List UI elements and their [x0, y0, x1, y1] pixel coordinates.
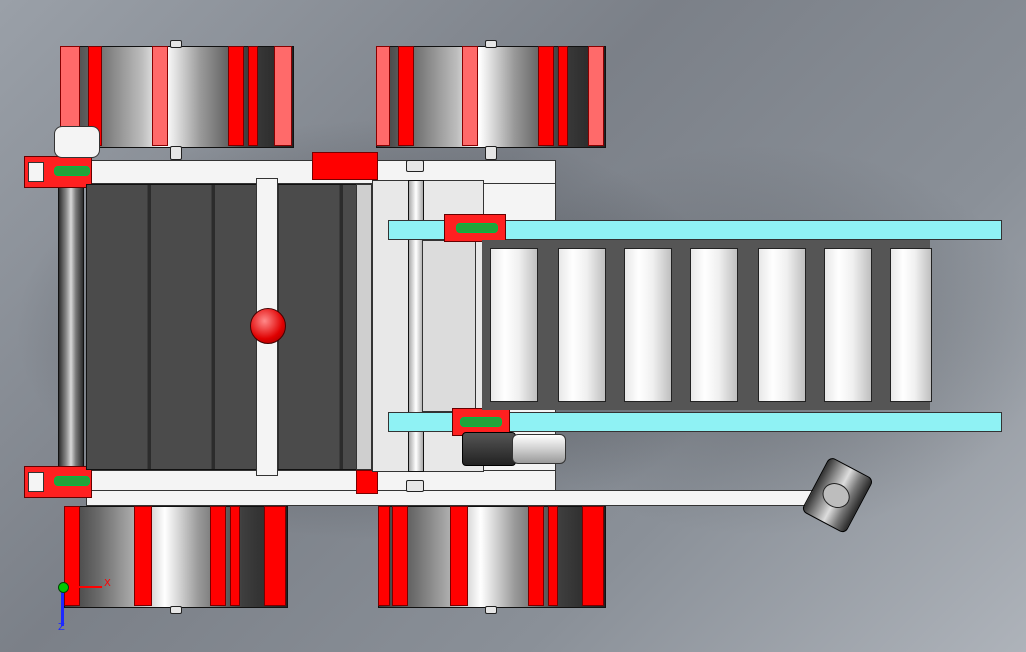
roller	[890, 248, 932, 402]
axle-cap-icon	[170, 40, 182, 48]
axle-cap-icon	[485, 146, 497, 160]
triad-z-axis	[61, 588, 64, 626]
red-knob[interactable]	[250, 308, 286, 344]
frame-bottom-bar	[86, 470, 556, 492]
bracket-block	[312, 152, 378, 180]
belt-edge	[356, 184, 372, 470]
roller-conveyor[interactable]	[482, 240, 932, 410]
roller	[490, 248, 538, 402]
axle-cap-icon	[485, 40, 497, 48]
cad-viewport[interactable]: X Z	[0, 0, 1026, 652]
end-shaft-left[interactable]	[58, 180, 84, 472]
idler-assembly[interactable]	[795, 453, 880, 539]
bracket-block	[356, 470, 378, 494]
bottom-long-beam	[86, 490, 818, 506]
bearing-top-left[interactable]	[24, 156, 94, 188]
drive-motor[interactable]	[462, 430, 566, 466]
axle-cap-icon	[170, 146, 182, 160]
coordinate-triad: X Z	[50, 574, 120, 638]
bearing-rail-top[interactable]	[444, 214, 506, 242]
axle-cap-icon	[170, 606, 182, 614]
bolt-icon	[406, 480, 424, 492]
triad-z-label: Z	[58, 622, 65, 633]
bolt-icon	[406, 160, 424, 172]
roller	[558, 248, 606, 402]
roller	[624, 248, 672, 402]
triad-origin	[58, 582, 69, 593]
transition-plate	[422, 240, 476, 412]
mount-plate	[54, 126, 100, 158]
axle-cap-icon	[485, 606, 497, 614]
wheel-top-right[interactable]	[376, 46, 606, 148]
roller	[824, 248, 872, 402]
bearing-bottom-left[interactable]	[24, 466, 94, 498]
roller	[758, 248, 806, 402]
wheel-bottom-right[interactable]	[378, 506, 606, 608]
roller	[690, 248, 738, 402]
main-belt[interactable]	[86, 184, 370, 470]
triad-x-label: X	[104, 578, 111, 589]
